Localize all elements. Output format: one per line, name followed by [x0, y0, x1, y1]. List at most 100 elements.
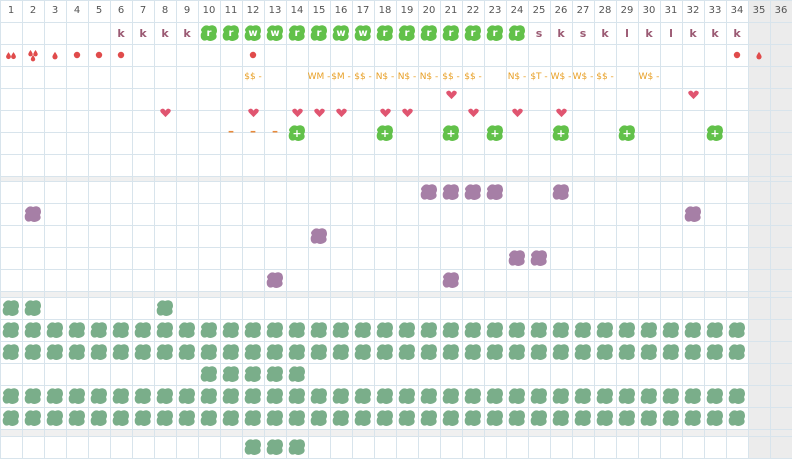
letter-marker[interactable]: l: [616, 22, 638, 44]
column-header[interactable]: 9: [176, 0, 198, 22]
teal-blob-cell[interactable]: [242, 363, 264, 385]
plus-blob-cell[interactable]: +: [440, 122, 462, 144]
cluster-drop-icon[interactable]: [22, 44, 44, 66]
letter-marker[interactable]: k: [638, 22, 660, 44]
teal-blob-cell[interactable]: [704, 385, 726, 407]
teal-blob-cell[interactable]: [374, 385, 396, 407]
teal-blob-cell[interactable]: [110, 385, 132, 407]
teal-blob-cell[interactable]: [330, 319, 352, 341]
teal-blob-cell[interactable]: [594, 407, 616, 429]
teal-blob-cell[interactable]: [242, 407, 264, 429]
column-header[interactable]: 6: [110, 0, 132, 22]
teal-blob-cell[interactable]: [220, 341, 242, 363]
teal-blob-cell[interactable]: [22, 385, 44, 407]
teal-blob-cell[interactable]: [286, 341, 308, 363]
teal-blob-cell[interactable]: [660, 319, 682, 341]
teal-blob-cell[interactable]: [572, 341, 594, 363]
column-header[interactable]: 34: [726, 0, 748, 22]
teal-blob-cell[interactable]: [616, 341, 638, 363]
teal-blob-cell[interactable]: [330, 385, 352, 407]
teal-blob-cell[interactable]: [286, 319, 308, 341]
teal-blob-cell[interactable]: [484, 407, 506, 429]
teal-blob-cell[interactable]: [242, 341, 264, 363]
heart-icon[interactable]: [440, 84, 462, 106]
teal-blob-cell[interactable]: [506, 319, 528, 341]
bright-blob-cell[interactable]: r: [484, 22, 506, 44]
column-header[interactable]: 33: [704, 0, 726, 22]
teal-blob-cell[interactable]: [704, 319, 726, 341]
teal-blob-cell[interactable]: [616, 319, 638, 341]
letter-marker[interactable]: k: [704, 22, 726, 44]
teal-blob-cell[interactable]: [726, 407, 748, 429]
teal-blob-cell[interactable]: [154, 319, 176, 341]
teal-blob-cell[interactable]: [528, 341, 550, 363]
price-tag[interactable]: $T -: [528, 66, 550, 88]
teal-blob-cell[interactable]: [198, 319, 220, 341]
dot-icon[interactable]: [66, 44, 88, 66]
teal-blob-cell[interactable]: [88, 341, 110, 363]
column-header[interactable]: 21: [440, 0, 462, 22]
column-header[interactable]: 3: [44, 0, 66, 22]
teal-blob-cell[interactable]: [176, 385, 198, 407]
column-header[interactable]: 31: [660, 0, 682, 22]
heart-icon[interactable]: [682, 84, 704, 106]
teal-blob-cell[interactable]: [44, 341, 66, 363]
bright-blob-cell[interactable]: w: [330, 22, 352, 44]
teal-blob-cell[interactable]: [22, 341, 44, 363]
heart-icon[interactable]: [462, 102, 484, 124]
bright-blob-cell[interactable]: r: [506, 22, 528, 44]
bright-blob-cell[interactable]: w: [264, 22, 286, 44]
column-header[interactable]: 36: [770, 0, 792, 22]
teal-blob-cell[interactable]: [242, 436, 264, 458]
heart-icon[interactable]: [154, 102, 176, 124]
teal-blob-cell[interactable]: [550, 385, 572, 407]
teal-blob-cell[interactable]: [198, 407, 220, 429]
bright-blob-cell[interactable]: r: [440, 22, 462, 44]
teal-blob-cell[interactable]: [308, 385, 330, 407]
column-header[interactable]: 14: [286, 0, 308, 22]
teal-blob-cell[interactable]: [418, 319, 440, 341]
teal-blob-cell[interactable]: [440, 385, 462, 407]
letter-marker[interactable]: k: [726, 22, 748, 44]
dash-marker[interactable]: –: [264, 120, 286, 142]
column-header[interactable]: 29: [616, 0, 638, 22]
teal-blob-cell[interactable]: [264, 363, 286, 385]
teal-blob-cell[interactable]: [682, 319, 704, 341]
teal-blob-cell[interactable]: [638, 319, 660, 341]
teal-blob-cell[interactable]: [88, 407, 110, 429]
teal-blob-cell[interactable]: [660, 385, 682, 407]
teal-blob-cell[interactable]: [616, 407, 638, 429]
teal-blob-cell[interactable]: [704, 407, 726, 429]
heart-icon[interactable]: [396, 102, 418, 124]
teal-blob-cell[interactable]: [308, 407, 330, 429]
price-tag[interactable]: W$ -: [572, 66, 594, 88]
letter-marker[interactable]: k: [110, 22, 132, 44]
bright-blob-cell[interactable]: w: [242, 22, 264, 44]
bright-blob-cell[interactable]: w: [352, 22, 374, 44]
teal-blob-cell[interactable]: [264, 341, 286, 363]
teal-blob-cell[interactable]: [726, 319, 748, 341]
teal-blob-cell[interactable]: [286, 363, 308, 385]
teal-blob-cell[interactable]: [22, 407, 44, 429]
column-header[interactable]: 20: [418, 0, 440, 22]
column-header[interactable]: 16: [330, 0, 352, 22]
bright-blob-cell[interactable]: r: [418, 22, 440, 44]
teal-blob-cell[interactable]: [154, 341, 176, 363]
bright-blob-cell[interactable]: r: [198, 22, 220, 44]
teal-blob-cell[interactable]: [594, 385, 616, 407]
teal-blob-cell[interactable]: [704, 341, 726, 363]
column-header[interactable]: 8: [154, 0, 176, 22]
price-tag[interactable]: N$ -: [506, 66, 528, 88]
teal-blob-cell[interactable]: [286, 385, 308, 407]
teal-blob-cell[interactable]: [726, 385, 748, 407]
teal-blob-cell[interactable]: [462, 385, 484, 407]
teal-blob-cell[interactable]: [374, 341, 396, 363]
column-header[interactable]: 1: [0, 0, 22, 22]
purple-blob-cell[interactable]: [506, 247, 528, 269]
purple-blob-cell[interactable]: [462, 181, 484, 203]
purple-blob-cell[interactable]: [418, 181, 440, 203]
bright-blob-cell[interactable]: r: [308, 22, 330, 44]
teal-blob-cell[interactable]: [154, 297, 176, 319]
teal-blob-cell[interactable]: [0, 319, 22, 341]
teal-blob-cell[interactable]: [132, 319, 154, 341]
